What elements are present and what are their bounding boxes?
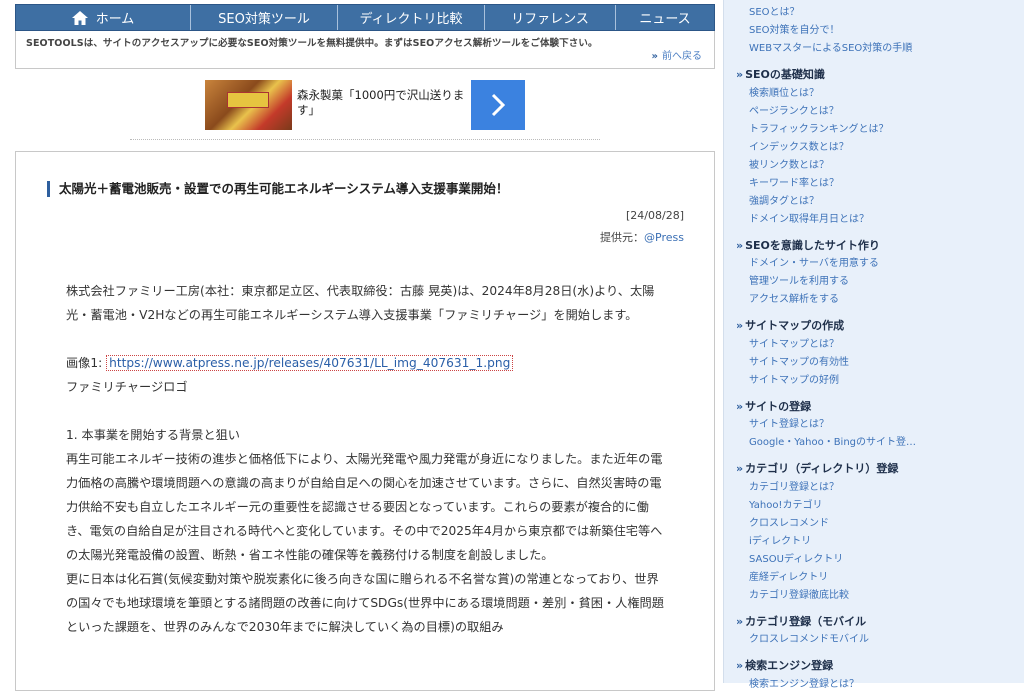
sidebar-link[interactable]: アクセス解析をする <box>749 290 839 305</box>
article-date: [24/08/28] <box>626 209 684 222</box>
double-chevron-icon: » <box>736 68 744 81</box>
back-link-label: 前へ戻る <box>662 51 702 62</box>
nav-seo-tools-label: SEO対策ツール <box>218 12 310 27</box>
sidebar-heading-label: サイトの登録 <box>745 400 812 413</box>
sidebar-link[interactable]: 強調タグとは？ <box>749 192 819 207</box>
provider-label: 提供元： <box>600 231 645 244</box>
nav-news[interactable]: ニュース <box>616 5 714 30</box>
advertisement[interactable]: 森永製菓「1000円で沢山送ります」 <box>205 80 525 130</box>
sidebar: SEOとは？ SEO対策を自分で！ WEBマスターによるSEO対策の手順 » SE… <box>723 0 1024 690</box>
nav-news-label: ニュース <box>639 12 691 27</box>
sidebar-section-heading: » 検索エンジン登録 <box>736 657 833 673</box>
article-paragraph: 株式会社ファミリー工房(本社：東京都足立区、代表取締役：古藤 晃英)は、2024… <box>66 284 655 322</box>
sidebar-link[interactable]: 被リンク数とは？ <box>749 156 829 171</box>
sidebar-link[interactable]: カテゴリ登録徹底比較 <box>749 586 849 601</box>
site-tagline: SEOTOOLSは、サイトのアクセスアップに必要なSEO対策ツールを無料提供中。… <box>26 38 598 49</box>
sidebar-link[interactable]: SEOとは？ <box>749 3 800 18</box>
image-reference: 画像1: https://www.atpress.ne.jp/releases/… <box>66 351 666 375</box>
sidebar-link[interactable]: サイトマップの有効性 <box>749 353 849 368</box>
nav-directory-compare[interactable]: ディレクトリ比較 <box>338 5 485 30</box>
double-chevron-icon: » <box>736 319 744 332</box>
article: 太陽光＋蓄電池販売・設置での再生可能エネルギーシステム導入支援事業開始！ [24… <box>15 151 715 691</box>
sidebar-link[interactable]: サイトマップとは？ <box>749 335 839 350</box>
chevron-right-icon <box>491 93 506 117</box>
sidebar-link[interactable]: 管理ツールを利用する <box>749 272 849 287</box>
sidebar-link[interactable]: キーワード率とは？ <box>749 174 839 189</box>
section-heading: 1. 本事業を開始する背景と狙い <box>66 428 240 442</box>
sidebar-link[interactable]: SEO対策を自分で！ <box>749 21 840 36</box>
sidebar-link[interactable]: iディレクトリ <box>749 532 811 547</box>
sidebar-link[interactable]: トラフィックランキングとは？ <box>749 120 889 135</box>
sidebar-link[interactable]: クロスレコメンドモバイル <box>749 630 869 645</box>
article-title: 太陽光＋蓄電池販売・設置での再生可能エネルギーシステム導入支援事業開始！ <box>47 181 508 197</box>
sidebar-section-heading: » SEOの基礎知識 <box>736 66 825 82</box>
double-chevron-icon: » <box>736 659 744 672</box>
sidebar-link[interactable]: インデックス数とは？ <box>749 138 849 153</box>
provider-link[interactable]: @Press <box>644 231 684 244</box>
double-chevron-icon: » <box>736 400 744 413</box>
nav-directory-label: ディレクトリ比較 <box>359 12 463 27</box>
divider <box>130 139 600 140</box>
sidebar-link[interactable]: ページランクとは？ <box>749 102 839 117</box>
sidebar-link[interactable]: ドメイン取得年月日とは？ <box>749 210 869 225</box>
nav-home-label: ホーム <box>95 12 135 27</box>
ad-image[interactable] <box>205 80 292 130</box>
sidebar-link[interactable]: サイトマップの好例 <box>749 371 839 386</box>
image-label: 画像1: <box>66 356 107 370</box>
sidebar-heading-label: 検索エンジン登録 <box>745 659 834 672</box>
nav-home[interactable]: ホーム <box>16 5 191 30</box>
sidebar-link[interactable]: クロスレコメンド <box>749 514 829 529</box>
double-chevron-icon: » <box>651 51 658 62</box>
sidebar-heading-label: SEOを意識したサイト作り <box>745 239 880 252</box>
sidebar-section-heading: » SEOを意識したサイト作り <box>736 237 880 253</box>
sidebar-section-heading: » サイトマップの作成 <box>736 317 844 333</box>
sidebar-heading-label: サイトマップの作成 <box>745 319 845 332</box>
sidebar-link[interactable]: 検索順位とは？ <box>749 84 819 99</box>
nav-reference-label: リファレンス <box>511 12 589 27</box>
double-chevron-icon: » <box>736 239 744 252</box>
double-chevron-icon: » <box>736 462 744 475</box>
article-provider: 提供元：@Press <box>600 229 684 245</box>
ad-next-button[interactable] <box>471 80 525 130</box>
ad-text[interactable]: 森永製菓「1000円で沢山送ります」 <box>292 80 470 130</box>
sidebar-link[interactable]: ドメイン・サーバを用意する <box>749 254 879 269</box>
article-body: 株式会社ファミリー工房(本社：東京都足立区、代表取締役：古藤 晃英)は、2024… <box>66 279 666 639</box>
double-chevron-icon: » <box>736 615 744 628</box>
sidebar-link[interactable]: Google・Yahoo・Bingのサイト登… <box>749 433 916 448</box>
sidebar-heading-label: カテゴリ（ディレクトリ）登録 <box>745 462 899 475</box>
main-navigation: ホーム SEO対策ツール ディレクトリ比較 リファレンス ニュース <box>15 4 715 31</box>
sidebar-link[interactable]: サイト登録とは？ <box>749 415 829 430</box>
sidebar-section-heading: » カテゴリ（ディレクトリ）登録 <box>736 460 898 476</box>
sidebar-heading-label: カテゴリ登録（モバイル <box>745 615 867 628</box>
sidebar-link[interactable]: Yahoo!カテゴリ <box>749 496 822 511</box>
back-link[interactable]: » 前へ戻る <box>652 47 702 62</box>
image-url-link[interactable]: https://www.atpress.ne.jp/releases/40763… <box>106 355 514 371</box>
sidebar-link[interactable]: WEBマスターによるSEO対策の手順 <box>749 39 912 54</box>
nav-reference[interactable]: リファレンス <box>485 5 616 30</box>
home-icon <box>71 10 88 25</box>
article-paragraph: 更に日本は化石賞(気候変動対策や脱炭素化に後ろ向きな国に贈られる不名誉な賞)の常… <box>66 572 664 634</box>
image-caption: ファミリチャージロゴ <box>66 380 188 394</box>
tagline-box: SEOTOOLSは、サイトのアクセスアップに必要なSEO対策ツールを無料提供中。… <box>15 31 715 69</box>
sidebar-section-heading: » サイトの登録 <box>736 398 811 414</box>
sidebar-link[interactable]: カテゴリ登録とは？ <box>749 478 839 493</box>
sidebar-link[interactable]: 産経ディレクトリ <box>749 568 828 583</box>
sidebar-section-heading: » カテゴリ登録（モバイル <box>736 613 866 629</box>
article-paragraph: 再生可能エネルギー技術の進歩と価格低下により、太陽光発電や風力発電が身近になりま… <box>66 452 663 562</box>
sidebar-heading-label: SEOの基礎知識 <box>745 68 825 81</box>
sidebar-link[interactable]: SASOUディレクトリ <box>749 550 843 565</box>
nav-seo-tools[interactable]: SEO対策ツール <box>191 5 338 30</box>
